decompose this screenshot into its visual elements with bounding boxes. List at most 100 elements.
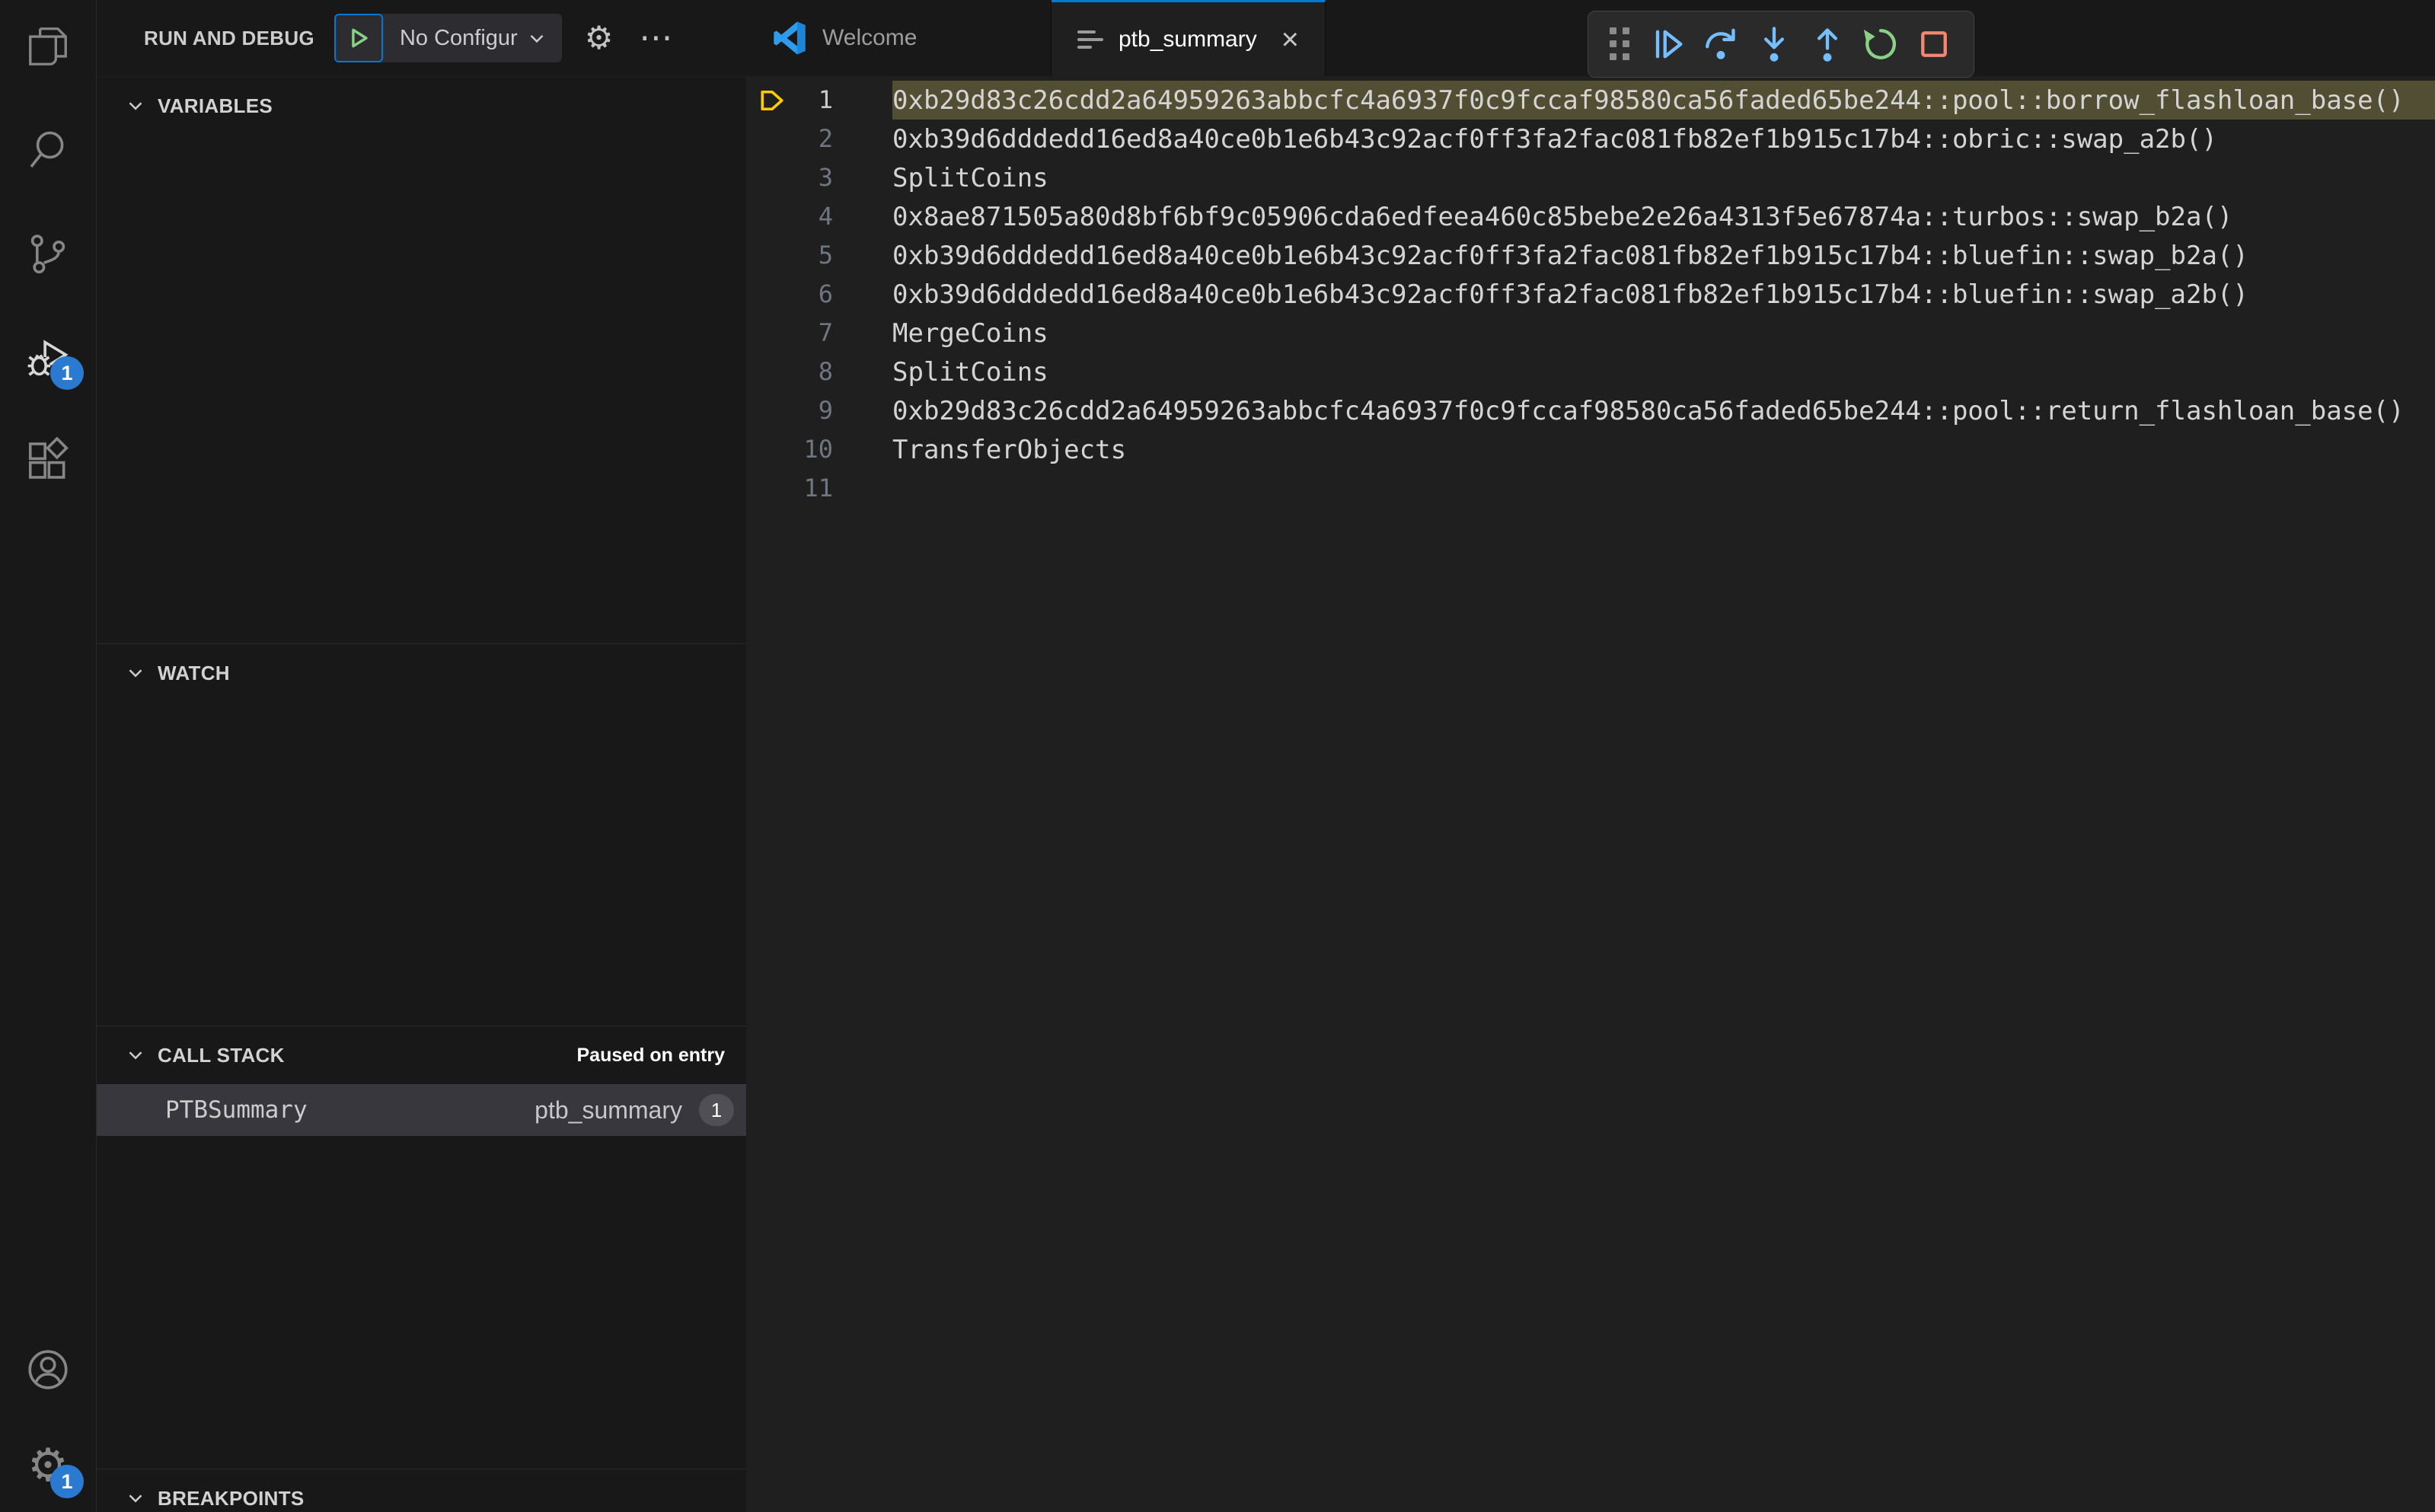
code-line[interactable]: 4 0x8ae871505a80d8bf6bf9c05906cda6edfeea…: [746, 197, 2435, 236]
trace-file-icon: [1077, 30, 1103, 49]
code-line-text[interactable]: 0xb29d83c26cdd2a64959263abbcfc4a6937f0c9…: [892, 81, 2435, 120]
line-number: 10: [803, 435, 833, 464]
tab-welcome[interactable]: Welcome: [746, 0, 1052, 76]
debug-settings-gear-icon[interactable]: ⚙: [585, 22, 614, 54]
line-number: 3: [818, 163, 833, 192]
call-stack-section: CALL STACK Paused on entry PTBSummary pt…: [97, 1026, 746, 1469]
editor-group: Welcome ptb_summary × 1 0xb29d83c26cdd2a…: [746, 0, 2435, 1512]
code-line[interactable]: 9 0xb29d83c26cdd2a64959263abbcfc4a6937f0…: [746, 391, 2435, 430]
settings-gear-icon[interactable]: ⚙ 1: [21, 1439, 84, 1498]
breakpoint-gutter[interactable]: 6: [746, 275, 892, 314]
frame-name: PTBSummary: [165, 1096, 308, 1124]
code-line[interactable]: 2 0xb39d6dddedd16ed8a40ce0b1e6b43c92acf0…: [746, 120, 2435, 158]
tab-welcome-label: Welcome: [822, 25, 918, 50]
breakpoint-gutter[interactable]: 4: [746, 197, 892, 236]
close-tab-icon[interactable]: ×: [1281, 24, 1299, 55]
chevron-down-icon: [129, 1494, 142, 1503]
editor-tab-bar: Welcome ptb_summary ×: [746, 0, 2435, 78]
breakpoint-gutter[interactable]: 7: [746, 314, 892, 352]
breakpoints-label: BREAKPOINTS: [158, 1486, 305, 1510]
step-into-button[interactable]: [1750, 21, 1798, 68]
more-actions-icon[interactable]: ⋯: [639, 21, 674, 55]
source-control-icon[interactable]: [21, 227, 75, 280]
code-line[interactable]: 8 SplitCoins: [746, 352, 2435, 391]
frame-line-badge: 1: [699, 1094, 734, 1126]
chevron-down-icon: [129, 1051, 142, 1060]
vscode-logo-icon: [774, 21, 806, 55]
account-icon[interactable]: [21, 1343, 75, 1396]
chevron-down-icon: [129, 669, 142, 678]
stop-button[interactable]: [1910, 21, 1958, 68]
line-number: 6: [818, 279, 833, 308]
current-execution-arrow-icon: [755, 87, 789, 114]
watch-section-header[interactable]: WATCH: [97, 644, 746, 702]
code-line-text[interactable]: SplitCoins: [892, 158, 2435, 197]
code-line-text[interactable]: MergeCoins: [892, 314, 2435, 352]
line-number: 1: [818, 85, 833, 114]
code-line-text[interactable]: 0xb39d6dddedd16ed8a40ce0b1e6b43c92acf0ff…: [892, 120, 2435, 158]
variables-label: VARIABLES: [158, 94, 273, 117]
line-number: 9: [818, 396, 833, 425]
frame-source: ptb_summary: [535, 1096, 682, 1124]
code-line[interactable]: 5 0xb39d6dddedd16ed8a40ce0b1e6b43c92acf0…: [746, 236, 2435, 275]
debug-session-badge: 1: [50, 356, 84, 390]
call-stack-label: CALL STACK: [158, 1043, 285, 1067]
explorer-icon[interactable]: [21, 20, 75, 73]
code-line-text[interactable]: 0xb39d6dddedd16ed8a40ce0b1e6b43c92acf0ff…: [892, 236, 2435, 275]
configuration-dropdown[interactable]: No Configur: [383, 14, 562, 62]
vscode-window: 1 ⚙ 1 RUN AND DEBUG No Configur ⚙ ⋯ VARI…: [0, 0, 2435, 1512]
code-line[interactable]: 7 MergeCoins: [746, 314, 2435, 352]
launch-config-group: No Configur: [333, 14, 562, 62]
toolbar-drag-handle[interactable]: [1610, 27, 1630, 61]
code-line-text[interactable]: TransferObjects: [892, 430, 2435, 469]
tab-ptb-summary[interactable]: ptb_summary ×: [1052, 0, 1326, 76]
activity-bar: 1 ⚙ 1: [0, 0, 97, 1512]
variables-section-header[interactable]: VARIABLES: [97, 77, 746, 135]
restart-button[interactable]: [1857, 21, 1904, 68]
sidebar-header: RUN AND DEBUG No Configur ⚙ ⋯: [97, 0, 746, 76]
code-line-text[interactable]: 0x8ae871505a80d8bf6bf9c05906cda6edfeea46…: [892, 197, 2435, 236]
code-line[interactable]: 6 0xb39d6dddedd16ed8a40ce0b1e6b43c92acf0…: [746, 275, 2435, 314]
run-and-debug-icon[interactable]: 1: [21, 330, 84, 390]
step-out-button[interactable]: [1804, 21, 1851, 68]
code-line-text[interactable]: [892, 469, 2435, 508]
breakpoint-gutter[interactable]: 11: [746, 469, 892, 508]
code-line[interactable]: 1 0xb29d83c26cdd2a64959263abbcfc4a6937f0…: [746, 81, 2435, 120]
extensions-icon[interactable]: [21, 434, 75, 487]
configuration-dropdown-label: No Configur: [399, 25, 518, 50]
code-line-text[interactable]: 0xb39d6dddedd16ed8a40ce0b1e6b43c92acf0ff…: [892, 275, 2435, 314]
line-number: 7: [818, 318, 833, 347]
debug-toolbar: [1588, 11, 1974, 78]
breakpoint-gutter[interactable]: 9: [746, 391, 892, 430]
continue-button[interactable]: [1644, 21, 1691, 68]
variables-section: VARIABLES: [97, 76, 746, 643]
breakpoint-gutter[interactable]: 2: [746, 120, 892, 158]
search-icon[interactable]: [21, 123, 75, 177]
line-number: 11: [803, 474, 833, 502]
breakpoints-section: BREAKPOINTS: [97, 1469, 746, 1512]
code-line-text[interactable]: 0xb29d83c26cdd2a64959263abbcfc4a6937f0c9…: [892, 391, 2435, 430]
line-number: 2: [818, 124, 833, 153]
tab-ptb-summary-label: ptb_summary: [1119, 26, 1257, 52]
line-number: 4: [818, 202, 833, 231]
call-stack-section-header[interactable]: CALL STACK Paused on entry: [97, 1026, 746, 1084]
breakpoint-gutter[interactable]: 1: [746, 81, 892, 120]
code-line[interactable]: 3 SplitCoins: [746, 158, 2435, 197]
breakpoint-gutter[interactable]: 8: [746, 352, 892, 391]
breakpoint-gutter[interactable]: 5: [746, 236, 892, 275]
chevron-down-icon: [129, 102, 142, 110]
code-line-text[interactable]: SplitCoins: [892, 352, 2435, 391]
watch-label: WATCH: [158, 661, 230, 684]
code-line[interactable]: 10 TransferObjects: [746, 430, 2435, 469]
code-line[interactable]: 11: [746, 469, 2435, 508]
call-stack-frame-row[interactable]: PTBSummary ptb_summary 1: [97, 1084, 746, 1136]
line-number: 8: [818, 357, 833, 386]
chevron-down-icon: [530, 34, 544, 43]
code-lines: 1 0xb29d83c26cdd2a64959263abbcfc4a6937f0…: [746, 76, 2435, 508]
step-over-button[interactable]: [1697, 21, 1744, 68]
breakpoints-section-header[interactable]: BREAKPOINTS: [97, 1469, 746, 1512]
run-and-debug-panel: RUN AND DEBUG No Configur ⚙ ⋯ VARIABLES: [97, 0, 746, 1512]
breakpoint-gutter[interactable]: 3: [746, 158, 892, 197]
start-debugging-button[interactable]: [333, 14, 383, 62]
breakpoint-gutter[interactable]: 10: [746, 430, 892, 469]
